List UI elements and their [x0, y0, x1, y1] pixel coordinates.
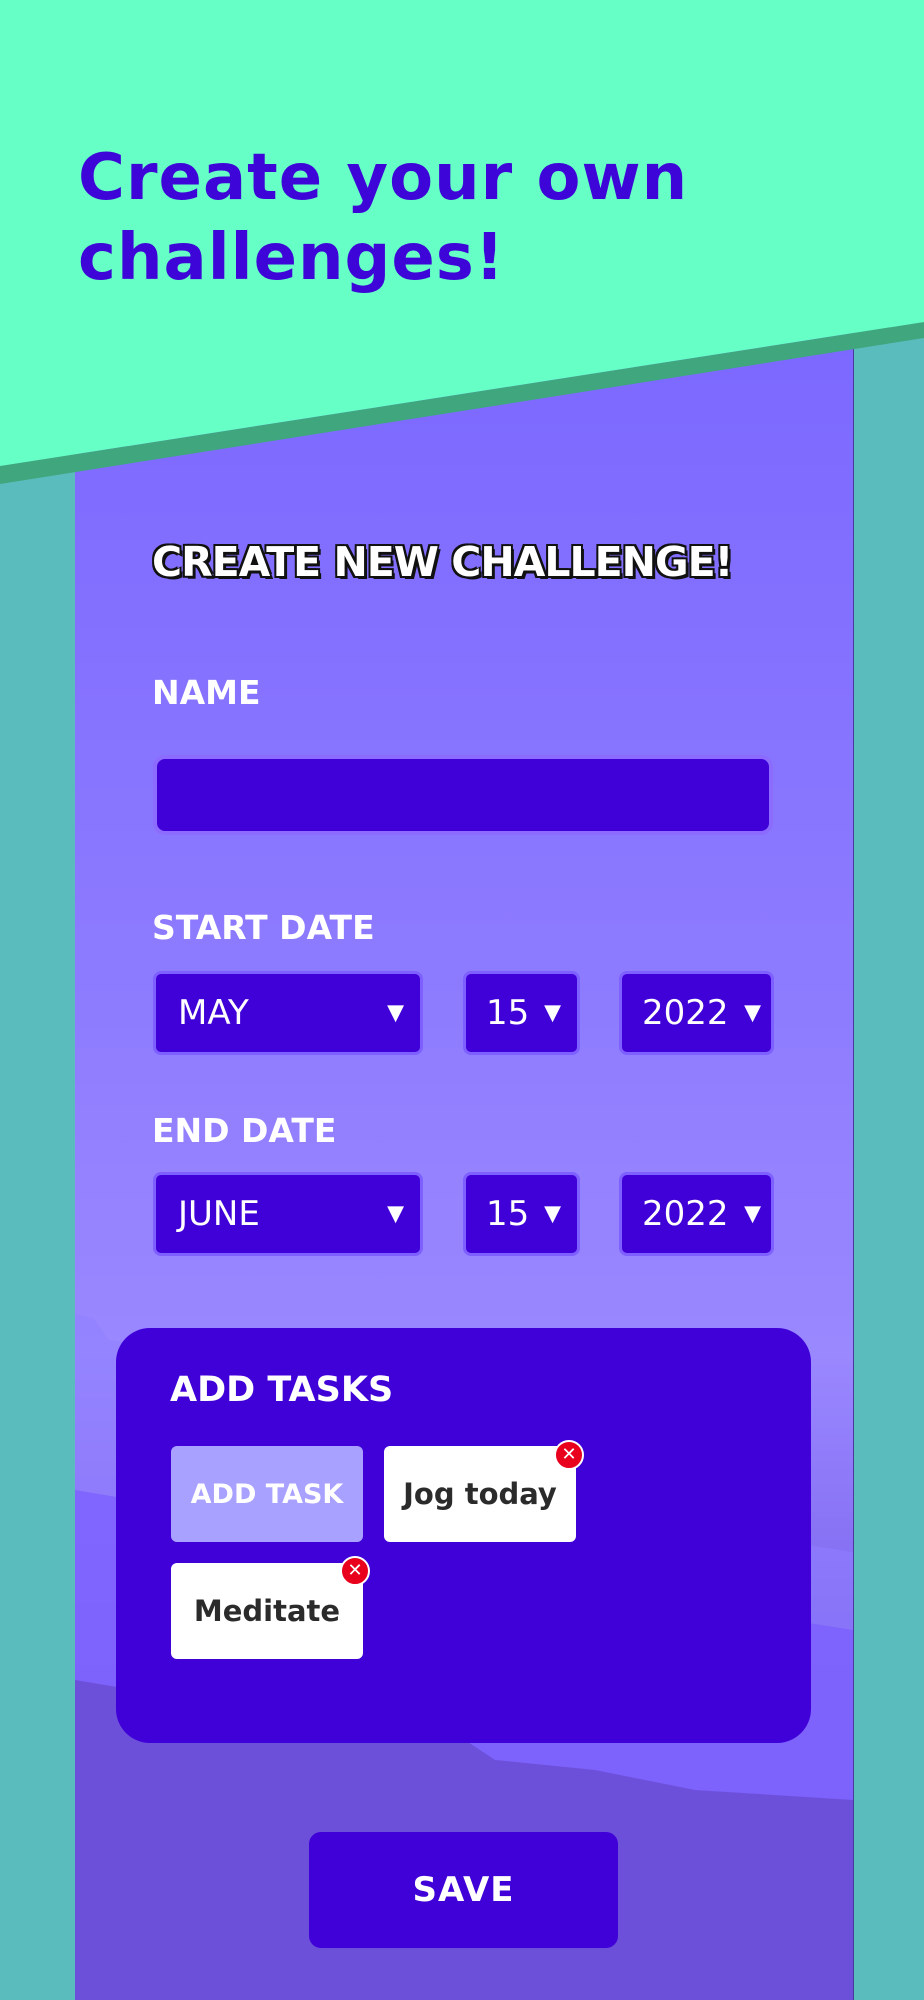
caret-down-icon: ▼ — [387, 1000, 404, 1026]
save-button[interactable]: SAVE — [309, 1832, 618, 1948]
add-task-button[interactable]: ADD TASK — [171, 1446, 363, 1542]
task-label: Jog today — [403, 1477, 557, 1511]
caret-down-icon: ▼ — [544, 1000, 561, 1026]
start-month-select[interactable]: MAY ▼ — [153, 971, 423, 1055]
tasks-title: ADD TASKS — [170, 1370, 394, 1410]
name-label: NAME — [152, 673, 261, 712]
task-chip[interactable]: Jog today — [384, 1446, 576, 1542]
end-date-label: END DATE — [152, 1111, 337, 1150]
start-year-select[interactable]: 2022 ▼ — [619, 971, 774, 1055]
close-icon[interactable]: ✕ — [554, 1440, 584, 1470]
start-month-value: MAY — [178, 993, 249, 1033]
name-input[interactable] — [153, 755, 773, 835]
end-year-value: 2022 — [642, 1194, 729, 1234]
end-year-select[interactable]: 2022 ▼ — [619, 1172, 774, 1256]
start-date-label: START DATE — [152, 908, 375, 947]
caret-down-icon: ▼ — [387, 1201, 404, 1227]
start-year-value: 2022 — [642, 993, 729, 1033]
start-day-select[interactable]: 15 ▼ — [463, 971, 580, 1055]
end-month-select[interactable]: JUNE ▼ — [153, 1172, 423, 1256]
task-label: Meditate — [193, 1594, 341, 1628]
end-day-select[interactable]: 15 ▼ — [463, 1172, 580, 1256]
caret-down-icon: ▼ — [744, 1000, 761, 1026]
end-day-value: 15 — [486, 1194, 530, 1234]
headline: Create your own challenges! — [78, 141, 689, 295]
caret-down-icon: ▼ — [544, 1201, 561, 1227]
end-month-value: JUNE — [178, 1194, 260, 1234]
close-icon[interactable]: ✕ — [340, 1556, 370, 1586]
form-title: CREATE NEW CHALLENGE! — [152, 538, 733, 586]
caret-down-icon: ▼ — [744, 1201, 761, 1227]
start-day-value: 15 — [486, 993, 530, 1033]
task-chip[interactable]: Meditate — [171, 1563, 363, 1659]
